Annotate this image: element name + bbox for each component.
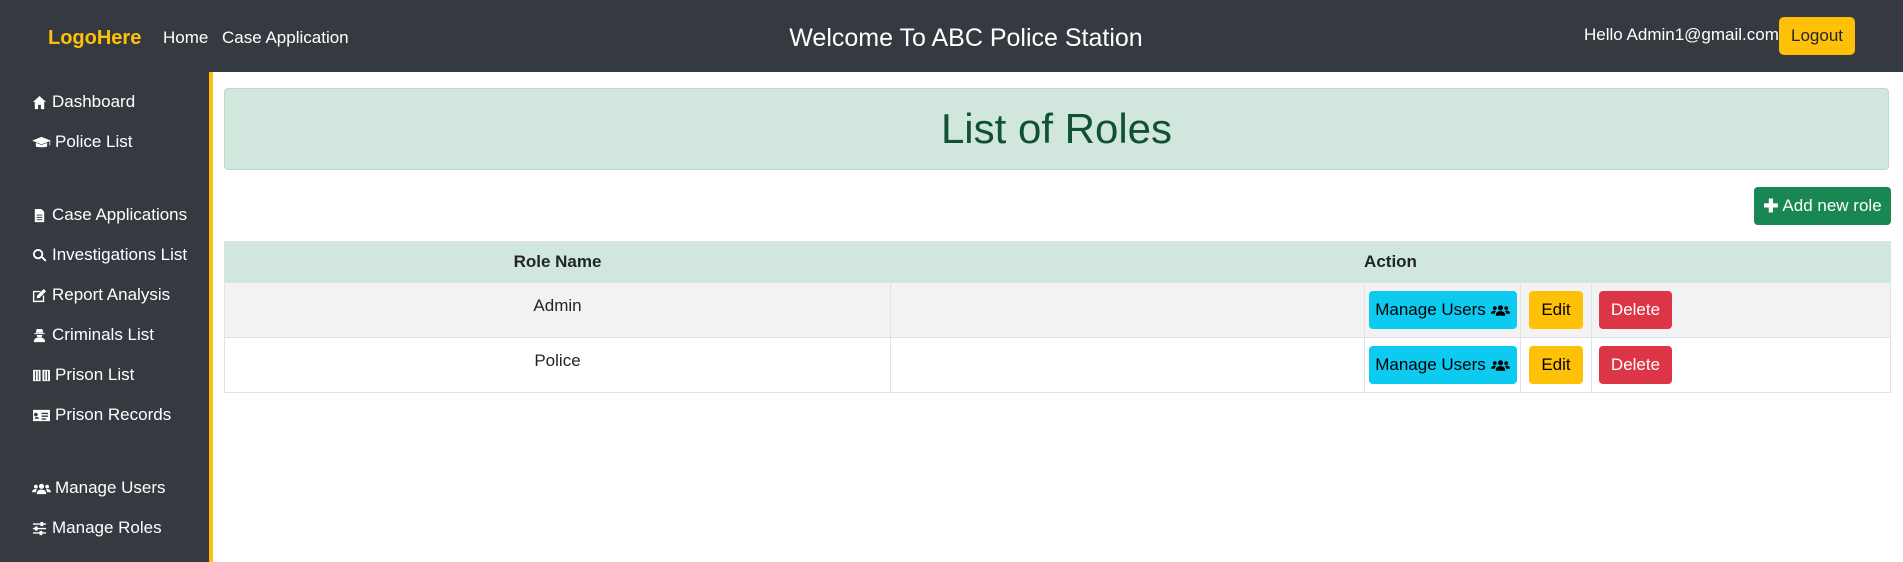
user-secret-icon <box>31 327 48 344</box>
delete-cell: Delete <box>1591 282 1891 338</box>
sidebar-item-label: Case Applications <box>52 205 188 224</box>
sidebar-item-label: Police List <box>55 132 133 151</box>
edit-icon <box>31 287 48 304</box>
manage-users-cell: Manage Users <box>1364 282 1521 338</box>
sidebar-item-label: Criminals List <box>52 325 155 344</box>
sliders-icon <box>31 520 48 537</box>
graduation-cap-icon <box>31 134 51 151</box>
manage-users-label: Manage Users <box>1375 355 1486 374</box>
add-new-role-label: Add new role <box>1782 196 1882 215</box>
sidebar-item-label: Dashboard <box>52 92 136 111</box>
edit-cell: Edit <box>1520 282 1592 338</box>
search-icon <box>31 247 48 264</box>
page-title: List of Roles <box>940 105 1173 152</box>
sidebar-item-label: Prison List <box>55 365 135 384</box>
sidebar-item-label: Investigations List <box>52 245 188 264</box>
file-icon <box>31 207 48 224</box>
sidebar-item-police-list[interactable]: Police List <box>31 127 132 157</box>
manage-users-button[interactable]: Manage Users <box>1368 291 1517 329</box>
column-header-action: Action <box>890 241 1891 283</box>
manage-users-cell: Manage Users <box>1364 337 1521 393</box>
delete-button[interactable]: Delete <box>1599 291 1672 329</box>
user-greeting: Hello Admin1@gmail.com! <box>1584 25 1784 44</box>
logo-link[interactable]: LogoHere <box>48 0 141 76</box>
table-header-row: Role Name Action <box>224 241 1891 283</box>
home-icon <box>31 94 48 111</box>
edit-cell: Edit <box>1520 337 1592 393</box>
sidebar-item-label: Report Analysis <box>52 285 171 304</box>
users-icon <box>1490 360 1510 371</box>
id-card-icon <box>31 407 51 424</box>
role-name-cell: Admin <box>224 282 891 338</box>
edit-button[interactable]: Edit <box>1529 291 1583 329</box>
sidebar-item-label: Prison Records <box>55 405 172 424</box>
delete-button[interactable]: Delete <box>1599 346 1672 384</box>
role-name-cell: Police <box>224 337 891 393</box>
sidebar-item-label: Manage Users <box>55 478 166 497</box>
table-row: Police Manage Users Edit Delete <box>224 337 1891 393</box>
top-navbar: LogoHere Home Case Application Welcome T… <box>0 0 1903 72</box>
manage-users-label: Manage Users <box>1375 300 1486 319</box>
sidebar-item-investigations-list[interactable]: Investigations List <box>31 240 187 270</box>
roles-table: Role Name Action Admin Manage Users Edit… <box>224 241 1891 393</box>
spacer-cell <box>890 337 1365 393</box>
table-row: Admin Manage Users Edit Delete <box>224 282 1891 338</box>
sidebar-item-dashboard[interactable]: Dashboard <box>31 87 135 117</box>
users-icon <box>31 480 51 497</box>
sidebar-item-manage-roles[interactable]: Manage Roles <box>31 513 162 543</box>
delete-cell: Delete <box>1591 337 1891 393</box>
sidebar-item-case-applications[interactable]: Case Applications <box>31 200 187 230</box>
sidebar-item-prison-list[interactable]: Prison List <box>31 360 134 390</box>
nav-link-case-application[interactable]: Case Application <box>222 0 349 76</box>
page-title-banner: List of Roles <box>224 88 1889 170</box>
sidebar-item-label: Manage Roles <box>52 518 162 537</box>
edit-button[interactable]: Edit <box>1529 346 1583 384</box>
sidebar-item-manage-users[interactable]: Manage Users <box>31 473 166 503</box>
plus-icon: ✚ <box>1763 195 1779 216</box>
sidebar-item-prison-records[interactable]: Prison Records <box>31 400 171 430</box>
nav-link-home[interactable]: Home <box>163 0 208 76</box>
column-header-role-name: Role Name <box>224 241 891 283</box>
add-new-role-button[interactable]: ✚ Add new role <box>1754 187 1891 225</box>
spacer-cell <box>890 282 1365 338</box>
prison-icon <box>31 367 51 384</box>
sidebar-item-report-analysis[interactable]: Report Analysis <box>31 280 170 310</box>
manage-users-button[interactable]: Manage Users <box>1368 346 1517 384</box>
sidebar: Dashboard Police List Case Applications … <box>0 72 213 562</box>
users-icon <box>1490 305 1510 316</box>
logout-button[interactable]: Logout <box>1779 17 1855 55</box>
sidebar-item-criminals-list[interactable]: Criminals List <box>31 320 154 350</box>
